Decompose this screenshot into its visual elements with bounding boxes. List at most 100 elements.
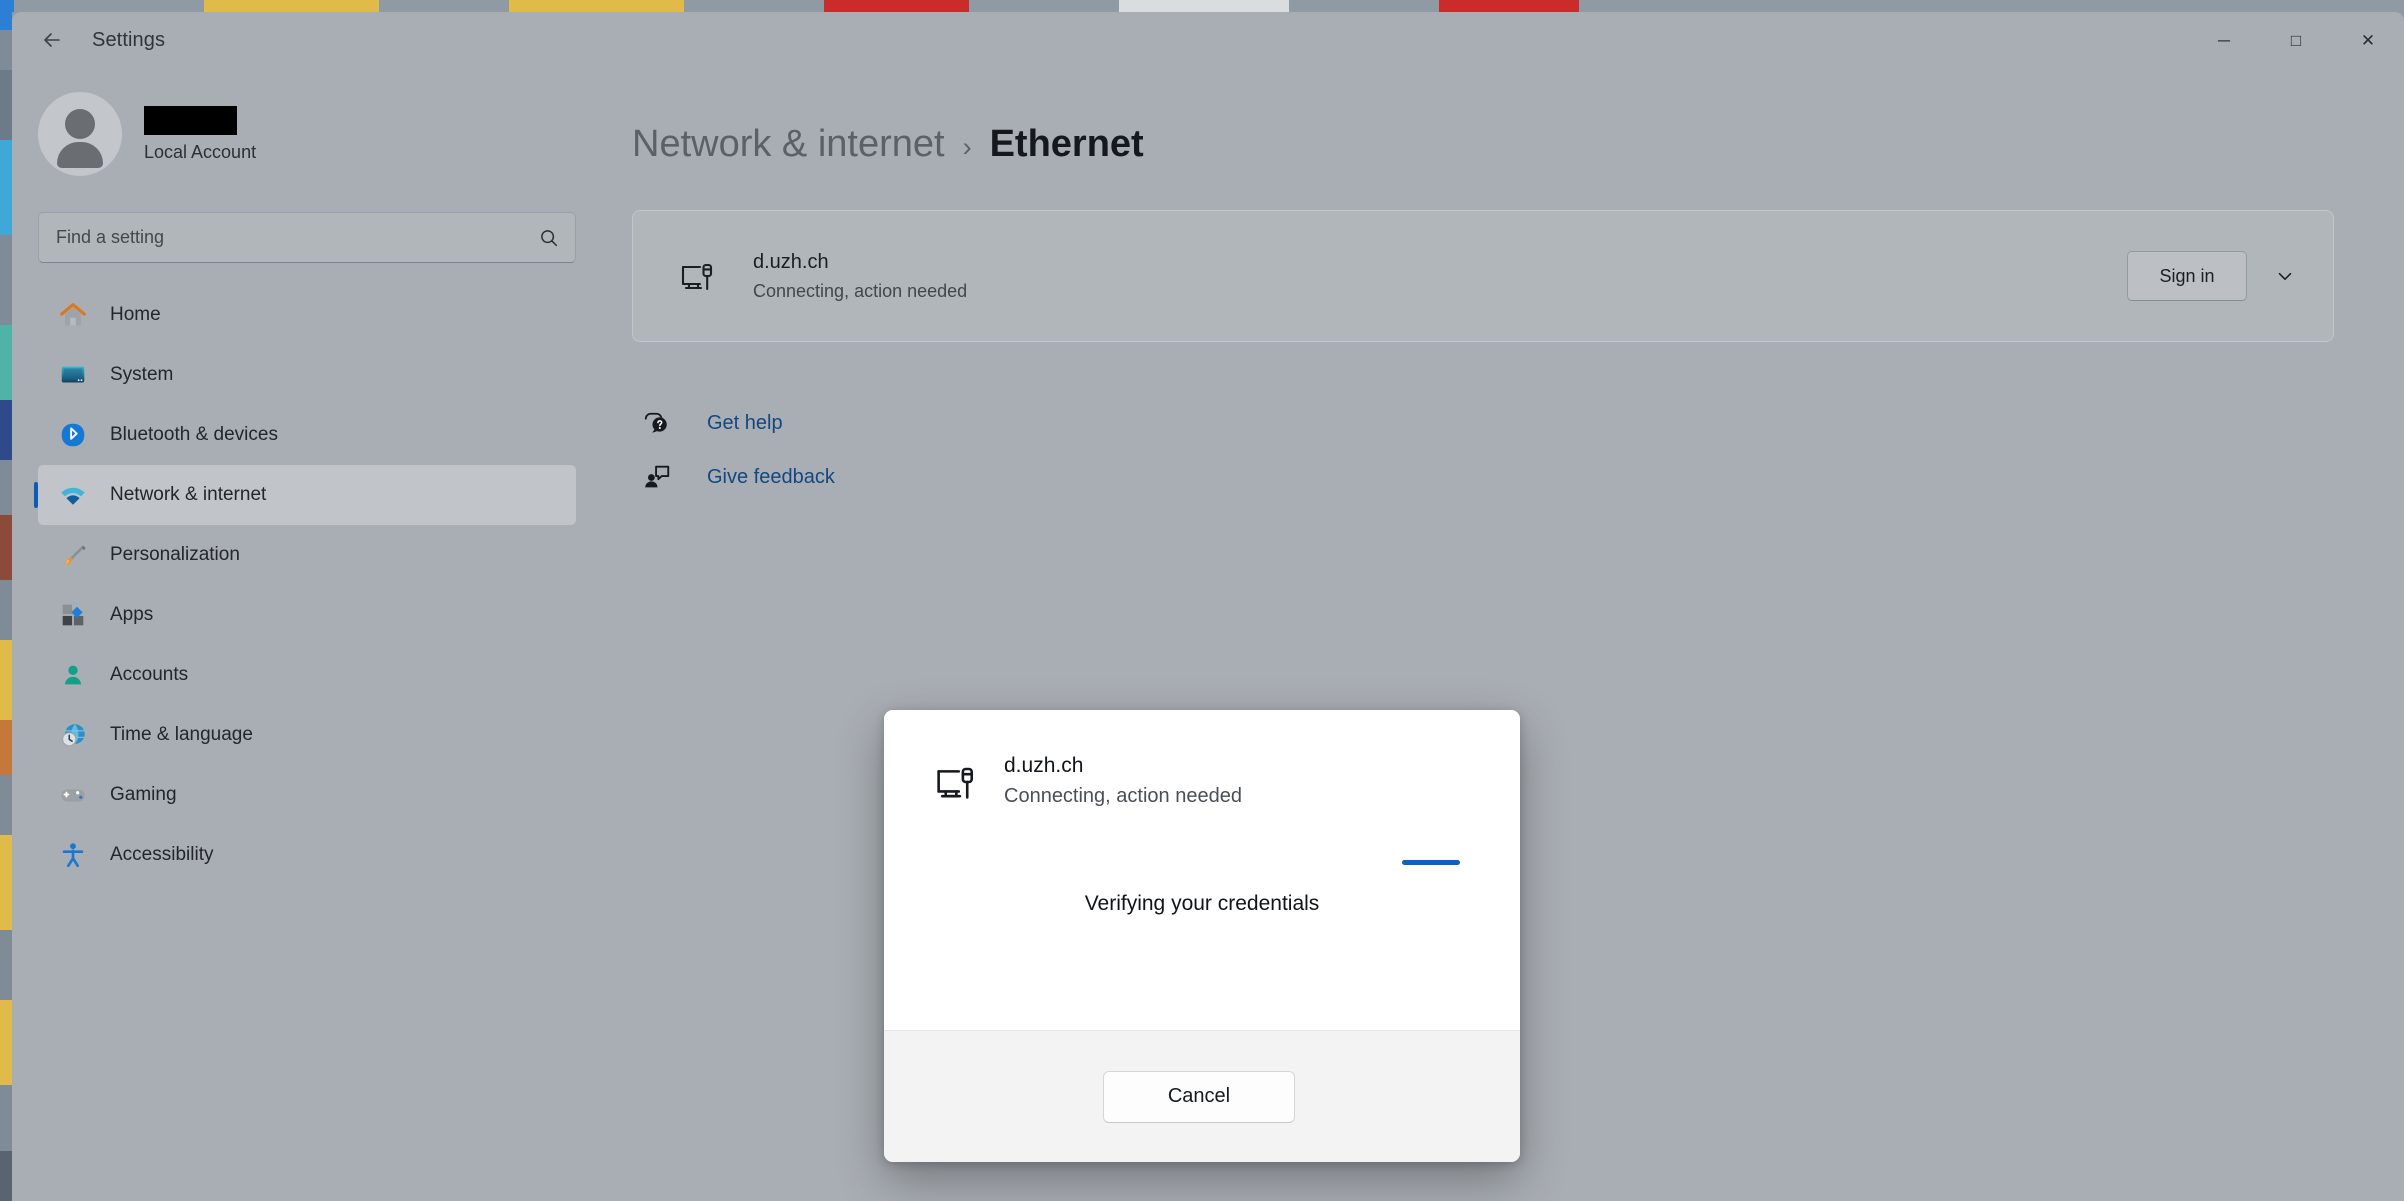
clock-globe-icon	[56, 718, 90, 752]
page-title: Ethernet	[989, 123, 1144, 165]
breadcrumb-parent-link[interactable]: Network & internet	[632, 123, 945, 166]
paintbrush-icon	[64, 545, 86, 566]
sidebar-item-label: Bluetooth & devices	[110, 424, 278, 445]
sidebar-item-label: Time & language	[110, 724, 253, 745]
apps-blocks-icon	[62, 604, 84, 626]
sidebar-item-system[interactable]: System	[38, 345, 576, 405]
dialog-footer: Cancel	[884, 1030, 1520, 1162]
chevron-down-icon	[2278, 272, 2292, 280]
backdrop-chip	[0, 30, 12, 70]
sidebar-item-label: Home	[110, 304, 161, 325]
apps-blocks-icon	[56, 598, 90, 632]
sidebar-item-accessibility[interactable]: Accessibility	[38, 825, 576, 885]
cancel-button[interactable]: Cancel	[1103, 1070, 1295, 1123]
sidebar-item-apps[interactable]: Apps	[38, 585, 576, 645]
system-monitor-icon	[56, 358, 90, 392]
wifi-icon	[56, 478, 90, 512]
gamepad-icon	[61, 789, 85, 802]
card-expand-button[interactable]	[2261, 252, 2309, 300]
link-label: Get help	[707, 411, 783, 434]
account-person-icon	[56, 658, 90, 692]
link-give-feedback[interactable]: Give feedback	[640, 450, 835, 504]
gamepad-icon	[56, 778, 90, 812]
window-controls: ─ □ ✕	[2188, 12, 2404, 68]
ethernet-network-name: d.uzh.ch	[753, 250, 829, 273]
paintbrush-icon	[56, 538, 90, 572]
app-title: Settings	[92, 28, 166, 51]
backdrop-chip	[204, 0, 379, 12]
backdrop-chip	[1289, 0, 1439, 12]
backdrop-chip	[0, 70, 12, 140]
sidebar: Local Account Home	[12, 68, 602, 1201]
sidebar-item-home[interactable]: Home	[38, 285, 576, 345]
search-button[interactable]	[532, 221, 566, 255]
sidebar-item-bluetooth-devices[interactable]: Bluetooth & devices	[38, 405, 576, 465]
backdrop-chip	[0, 1151, 12, 1201]
sidebar-item-label: Accounts	[110, 664, 189, 685]
dialog-network-text: d.uzh.ch Connecting, action needed	[1004, 754, 1242, 808]
backdrop-chip	[824, 0, 969, 12]
profile-section[interactable]: Local Account	[12, 76, 602, 192]
link-get-help[interactable]: Get help	[640, 396, 783, 450]
minimize-icon: ─	[2217, 30, 2231, 50]
backdrop-chip	[0, 1085, 12, 1151]
avatar	[38, 92, 122, 176]
sidebar-item-label: Accessibility	[110, 844, 214, 865]
backdrop-chip	[14, 0, 204, 12]
help-question-bubble-icon	[640, 406, 674, 440]
progress-bar-indeterminate	[1402, 860, 1460, 865]
ethernet-icon	[669, 249, 723, 303]
back-button[interactable]	[26, 18, 78, 62]
sidebar-item-network-internet[interactable]: Network & internet	[34, 465, 576, 525]
backdrop-chip	[0, 930, 12, 1000]
bluetooth-icon	[61, 423, 85, 447]
sidebar-item-time-language[interactable]: Time & language	[38, 705, 576, 765]
dialog-network-row: d.uzh.ch Connecting, action needed	[926, 754, 1478, 810]
backdrop-chip	[0, 775, 12, 835]
bluetooth-icon	[56, 418, 90, 452]
settings-window: Settings ─ □ ✕ Local Account Find a sett…	[12, 12, 2404, 1201]
link-label: Give feedback	[707, 465, 835, 488]
ethernet-icon	[926, 754, 982, 810]
sidebar-item-label: System	[110, 364, 174, 385]
breadcrumb: Network & internet › Ethernet	[632, 123, 2334, 166]
feedback-person-bubble-icon	[640, 460, 674, 494]
minimize-button[interactable]: ─	[2188, 12, 2260, 68]
maximize-button[interactable]: □	[2260, 12, 2332, 68]
wifi-icon	[61, 487, 85, 505]
sidebar-item-label: Gaming	[110, 784, 177, 805]
dialog-network-name: d.uzh.ch	[1004, 754, 1084, 777]
backdrop-chip	[0, 140, 12, 235]
title-bar: Settings ─ □ ✕	[12, 12, 2404, 68]
backdrop-chip	[1579, 0, 2404, 12]
sidebar-item-accounts[interactable]: Accounts	[38, 645, 576, 705]
home-icon	[60, 303, 86, 326]
backdrop-chip	[0, 400, 12, 460]
backdrop-chip	[0, 460, 12, 515]
backdrop-chip	[0, 580, 12, 640]
backdrop-chip	[0, 720, 12, 775]
progress-bar-track	[926, 860, 1478, 865]
profile-text: Local Account	[144, 105, 256, 163]
backdrop-chip	[1119, 0, 1289, 12]
ethernet-connection-card: d.uzh.ch Connecting, action needed Sign …	[632, 210, 2334, 342]
background-window-left-strip	[0, 0, 12, 1201]
close-icon: ✕	[2360, 30, 2376, 50]
feedback-person-bubble-icon	[645, 465, 670, 488]
clock-globe-icon	[62, 724, 85, 747]
home-icon	[56, 298, 90, 332]
search-input[interactable]	[38, 212, 576, 263]
backdrop-chip	[0, 1000, 12, 1085]
close-button[interactable]: ✕	[2332, 12, 2404, 68]
dialog-message: Verifying your credentials	[1084, 892, 1320, 915]
backdrop-chip	[0, 515, 12, 580]
sidebar-item-personalization[interactable]: Personalization	[38, 525, 576, 585]
search-icon	[541, 230, 558, 247]
backdrop-chip	[0, 325, 12, 400]
back-arrow-icon	[44, 33, 60, 47]
help-links: Get help Give feedback	[632, 396, 2334, 504]
help-question-bubble-icon	[644, 412, 667, 433]
sidebar-item-gaming[interactable]: Gaming	[38, 765, 576, 825]
sign-in-button[interactable]: Sign in	[2127, 251, 2247, 301]
sidebar-nav-list: Home System Bluetooth & devices Network …	[12, 285, 602, 885]
